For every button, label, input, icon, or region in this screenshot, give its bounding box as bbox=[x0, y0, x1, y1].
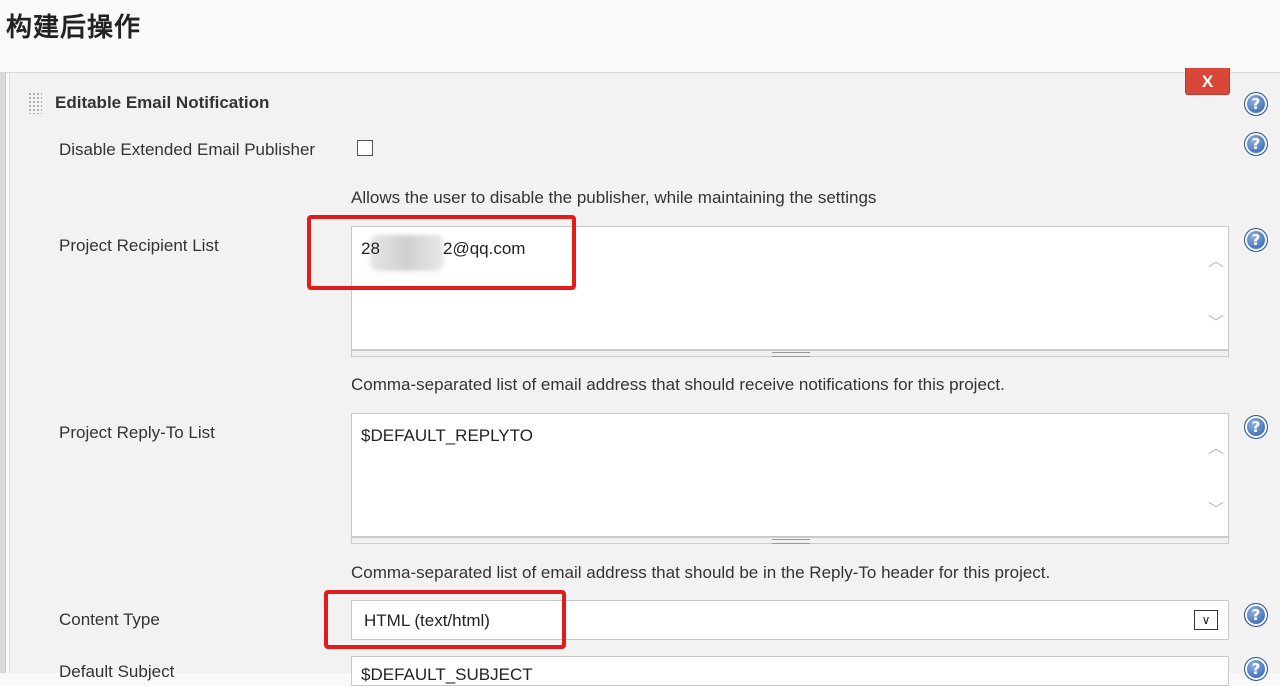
drag-handle-icon[interactable] bbox=[28, 92, 42, 114]
scroll-up-icon[interactable]: ︿ bbox=[1208, 247, 1224, 271]
textarea-scrollbar[interactable]: ︿ ﹀ bbox=[1204, 227, 1228, 349]
recipient-resize-handle[interactable] bbox=[351, 350, 1229, 357]
disable-publisher-description: Allows the user to disable the publisher… bbox=[351, 188, 877, 207]
content-type-label: Content Type bbox=[59, 610, 160, 629]
reply-to-resize-handle[interactable] bbox=[351, 537, 1229, 544]
help-icon[interactable]: ? bbox=[1244, 228, 1268, 252]
default-subject-input[interactable]: $DEFAULT_SUBJECT bbox=[351, 656, 1229, 686]
scroll-down-icon[interactable]: ﹀ bbox=[1208, 496, 1224, 520]
section-header: 构建后操作 bbox=[0, 0, 1280, 73]
help-icon[interactable]: ? bbox=[1244, 92, 1268, 116]
help-icon[interactable]: ? bbox=[1244, 132, 1268, 156]
help-icon[interactable]: ? bbox=[1244, 657, 1268, 681]
default-subject-label: Default Subject bbox=[59, 662, 175, 681]
reply-to-label: Project Reply-To List bbox=[59, 423, 215, 442]
reply-to-value: $DEFAULT_REPLYTO bbox=[361, 426, 533, 445]
section-title: 构建后操作 bbox=[6, 13, 142, 43]
chevron-down-icon[interactable]: ∨ bbox=[1194, 610, 1218, 630]
help-icon[interactable]: ? bbox=[1244, 415, 1268, 439]
help-icon[interactable]: ? bbox=[1244, 603, 1268, 627]
panel-title: Editable Email Notification bbox=[55, 93, 270, 112]
section-left-bar bbox=[0, 73, 6, 673]
delete-step-button[interactable]: X bbox=[1185, 68, 1230, 95]
scroll-down-icon[interactable]: ﹀ bbox=[1208, 309, 1224, 333]
textarea-scrollbar[interactable]: ︿ ﹀ bbox=[1204, 414, 1228, 536]
disable-publisher-checkbox[interactable] bbox=[357, 140, 373, 156]
recipient-list-description: Comma-separated list of email address th… bbox=[351, 375, 1005, 394]
disable-publisher-label: Disable Extended Email Publisher bbox=[59, 140, 316, 159]
default-subject-value: $DEFAULT_SUBJECT bbox=[361, 665, 533, 684]
scroll-up-icon[interactable]: ︿ bbox=[1208, 434, 1224, 458]
reply-to-description: Comma-separated list of email address th… bbox=[351, 563, 1051, 582]
highlight-box bbox=[324, 590, 566, 649]
email-notification-panel bbox=[9, 73, 1280, 673]
recipient-list-label: Project Recipient List bbox=[59, 236, 219, 255]
highlight-box bbox=[307, 215, 576, 290]
reply-to-textarea[interactable]: $DEFAULT_REPLYTO ︿ ﹀ bbox=[351, 413, 1229, 537]
